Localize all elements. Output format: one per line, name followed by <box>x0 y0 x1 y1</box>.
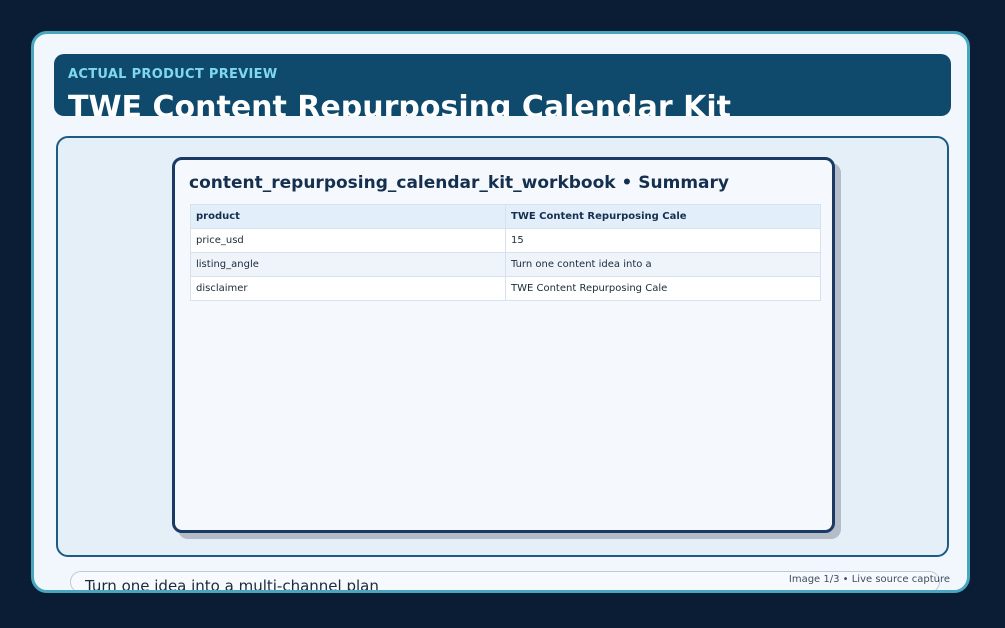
image-counter: Image 1/3 • Live source capture <box>788 574 950 585</box>
header-cell-key: product <box>190 204 506 229</box>
summary-table: product TWE Content Repurposing Cale pri… <box>190 204 821 301</box>
product-title: TWE Content Repurposing Calendar Kit <box>68 90 731 116</box>
image-caption: Turn one idea into a multi-channel plan <box>85 577 379 593</box>
table-row: disclaimer TWE Content Repurposing Cale <box>190 276 821 301</box>
sheet-title: content_repurposing_calendar_kit_workboo… <box>189 173 729 193</box>
table-row: listing_angle Turn one content idea into… <box>190 252 821 277</box>
table-row: price_usd 15 <box>190 228 821 253</box>
table-cell-value: TWE Content Repurposing Cale <box>505 276 821 301</box>
table-cell-value: Turn one content idea into a <box>505 252 821 277</box>
product-banner: ACTUAL PRODUCT PREVIEW TWE Content Repur… <box>54 54 951 116</box>
table-header-row: product TWE Content Repurposing Cale <box>190 204 821 229</box>
table-cell-key: disclaimer <box>190 276 506 301</box>
preview-card: ACTUAL PRODUCT PREVIEW TWE Content Repur… <box>31 31 970 593</box>
table-cell-value: 15 <box>505 228 821 253</box>
header-cell-value: TWE Content Repurposing Cale <box>505 204 821 229</box>
preview-image-area: content_repurposing_calendar_kit_workboo… <box>56 136 949 557</box>
banner-eyebrow: ACTUAL PRODUCT PREVIEW <box>68 67 278 82</box>
table-cell-key: price_usd <box>190 228 506 253</box>
table-cell-key: listing_angle <box>190 252 506 277</box>
workbook-sheet: content_repurposing_calendar_kit_workboo… <box>172 157 835 533</box>
